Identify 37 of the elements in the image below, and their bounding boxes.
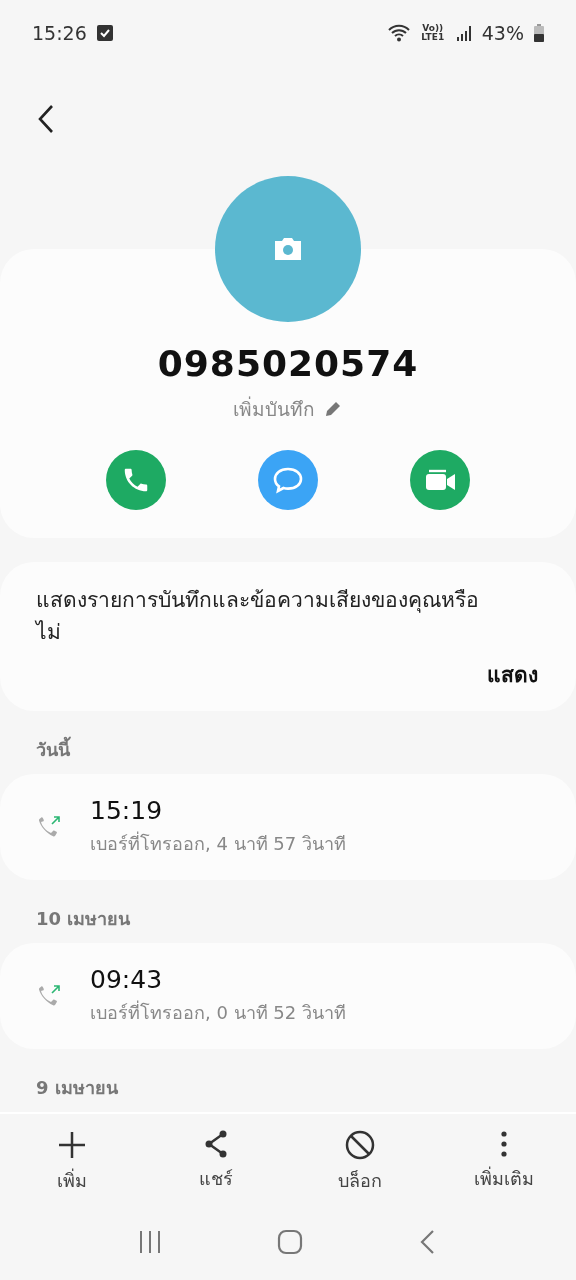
call-detail: เบอร์ที่โทรออก, 0 นาที 52 วินาที <box>90 999 346 1025</box>
phone-number: 0985020574 <box>157 343 419 384</box>
signal-icon <box>455 25 472 41</box>
call-time: 09:43 <box>90 965 164 994</box>
call-time: 15:19 <box>90 796 164 825</box>
more-button[interactable]: เพิ่มเติม <box>432 1114 576 1204</box>
call-detail: เบอร์ที่โทรออก, 4 นาที 57 วินาที <box>90 830 346 856</box>
wifi-icon <box>387 24 410 42</box>
recent-apps-icon[interactable] <box>137 1230 162 1254</box>
date-header: 9 เมษายน <box>35 1076 119 1100</box>
share-icon <box>203 1130 229 1158</box>
checkbox-notification-icon <box>96 25 113 41</box>
network-label: Vo)) LTE1 <box>420 24 446 42</box>
date-header: วันนี้ <box>0 735 576 774</box>
status-time: 15:26 <box>32 22 87 44</box>
call-log-item[interactable]: 09:43 เบอร์ที่โทรออก, 0 นาที 52 วินาที <box>0 943 576 1049</box>
video-call-button[interactable] <box>410 450 470 510</box>
message-button[interactable] <box>258 450 318 510</box>
add-button[interactable]: เพิ่ม <box>0 1114 144 1204</box>
chat-bubble-icon <box>272 465 304 495</box>
call-log-item[interactable]: 15:19 เบอร์ที่โทรออก, 4 นาที 57 วินาที <box>0 774 576 880</box>
block-button[interactable]: บล็อก <box>288 1114 432 1204</box>
call-button[interactable] <box>106 450 166 510</box>
share-button[interactable]: แชร์ <box>144 1114 288 1204</box>
show-button[interactable]: แสดง <box>487 658 538 691</box>
block-icon <box>345 1130 375 1160</box>
add-icon <box>57 1130 87 1160</box>
prompt-text: แสดงรายการบันทึกและข้อความเสียงของคุณหรือไม่ <box>36 587 480 646</box>
battery-percent: 43% <box>481 22 524 44</box>
pencil-icon[interactable] <box>323 399 343 419</box>
more-icon <box>500 1130 508 1158</box>
date-header: 10 เมษายน <box>35 907 132 931</box>
home-icon[interactable] <box>277 1229 303 1255</box>
video-camera-icon <box>423 467 457 493</box>
camera-icon <box>272 237 304 261</box>
battery-icon <box>534 24 544 42</box>
add-note-label[interactable]: เพิ่มบันทึก <box>233 394 315 424</box>
